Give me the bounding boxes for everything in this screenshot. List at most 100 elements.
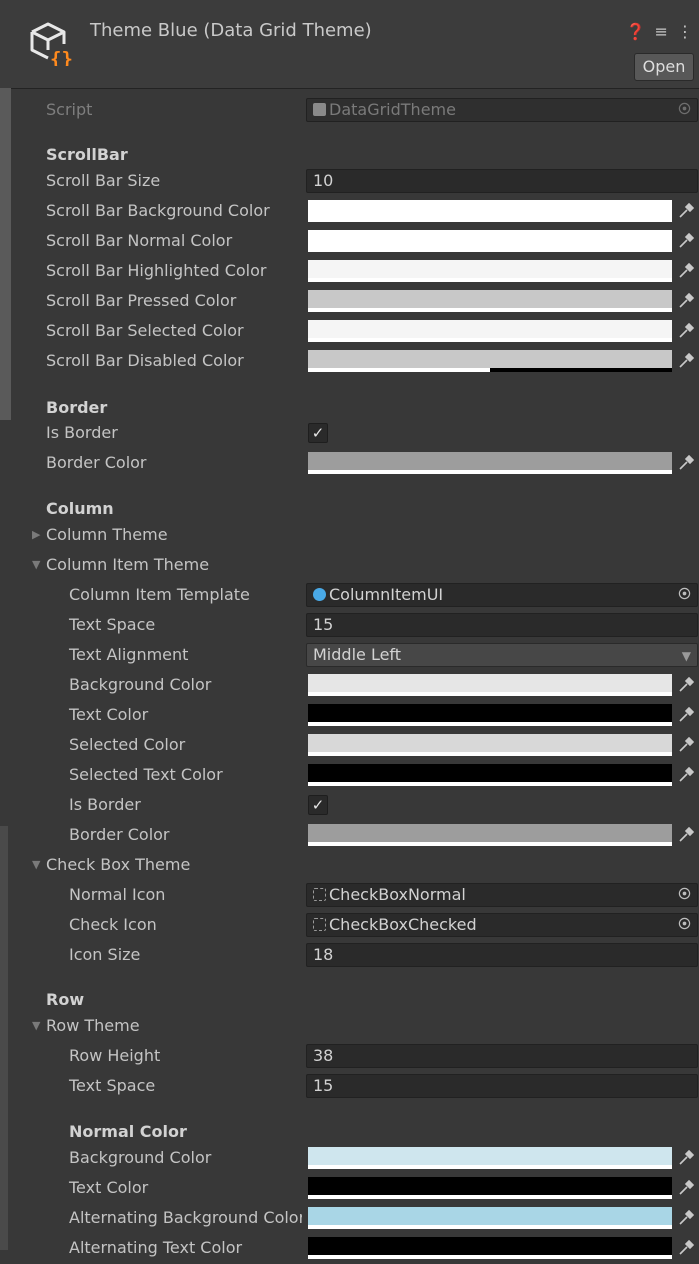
row-alt-background-row: Alternating Background Color xyxy=(0,1204,699,1234)
column-text-space-input[interactable]: 15 xyxy=(306,613,698,637)
scrollbar-background-swatch[interactable] xyxy=(308,200,672,222)
row-background-swatch[interactable] xyxy=(308,1147,672,1169)
scrollbar-pressed-swatch[interactable] xyxy=(308,290,672,312)
column-selected-row: Selected Color xyxy=(0,731,699,761)
object-picker-icon[interactable] xyxy=(678,887,691,900)
column-border-color-label: Border Color xyxy=(69,825,170,844)
row-alt-background-swatch[interactable] xyxy=(308,1207,672,1229)
icon-size-row: Icon Size 18 xyxy=(0,941,699,971)
check-icon-row: Check Icon CheckBoxChecked xyxy=(0,911,699,941)
column-item-template-row: Column Item Template ColumnItemUI xyxy=(0,581,699,611)
column-selected-text-swatch[interactable] xyxy=(308,764,672,786)
row-height-row: Row Height 38 xyxy=(0,1042,699,1072)
column-selected-text-row: Selected Text Color xyxy=(0,761,699,791)
scrollbar-normal-swatch[interactable] xyxy=(308,230,672,252)
column-selected-swatch[interactable] xyxy=(308,734,672,756)
is-border-row: Is Border ✓ xyxy=(0,419,699,449)
row-text-space-input[interactable]: 15 xyxy=(306,1074,698,1098)
script-label: Script xyxy=(46,100,93,119)
column-text-color-row: Text Color xyxy=(0,701,699,731)
row-height-input[interactable]: 38 xyxy=(306,1044,698,1068)
column-background-row: Background Color xyxy=(0,671,699,701)
border-color-label: Border Color xyxy=(46,453,147,472)
scrollbar-highlighted-swatch[interactable] xyxy=(308,260,672,282)
eyedropper-icon[interactable] xyxy=(678,455,694,471)
border-color-swatch[interactable] xyxy=(308,452,672,474)
eyedropper-icon[interactable] xyxy=(678,1150,694,1166)
column-text-color-swatch[interactable] xyxy=(308,704,672,726)
dropdown-arrow-icon: ▼ xyxy=(681,649,691,663)
row-text-space-row: Text Space 15 xyxy=(0,1072,699,1102)
icon-size-label: Icon Size xyxy=(69,945,141,964)
eyedropper-icon[interactable] xyxy=(678,233,694,249)
csharp-script-icon xyxy=(313,103,326,116)
is-border-checkbox[interactable]: ✓ xyxy=(308,423,328,443)
object-picker-icon[interactable] xyxy=(678,587,691,600)
row-text-color-label: Text Color xyxy=(69,1178,149,1197)
eyedropper-icon[interactable] xyxy=(678,1240,694,1256)
eyedropper-icon[interactable] xyxy=(678,1210,694,1226)
eyedropper-icon[interactable] xyxy=(678,263,694,279)
eyedropper-icon[interactable] xyxy=(678,323,694,339)
column-item-theme-label: ▼ Column Item Theme xyxy=(32,555,210,574)
foldout-expanded-icon: ▼ xyxy=(32,1019,41,1032)
column-item-template-label: Column Item Template xyxy=(69,585,250,604)
column-border-color-swatch[interactable] xyxy=(308,824,672,846)
checkbox-theme-foldout[interactable]: ▼ Check Box Theme xyxy=(0,851,699,881)
script-object-field[interactable]: DataGridTheme xyxy=(306,98,698,122)
is-border-label: Is Border xyxy=(46,423,118,442)
scrollbar-background-label: Scroll Bar Background Color xyxy=(46,201,270,220)
scrollbar-disabled-swatch[interactable] xyxy=(308,350,672,372)
scrollbar-pressed-row: Scroll Bar Pressed Color xyxy=(0,287,699,317)
row-alt-text-swatch[interactable] xyxy=(308,1237,672,1259)
column-text-alignment-dropdown[interactable]: Middle Left ▼ xyxy=(306,643,698,667)
eyedropper-icon[interactable] xyxy=(678,353,694,369)
column-text-space-row: Text Space 15 xyxy=(0,611,699,641)
scrollbar-background-row: Scroll Bar Background Color xyxy=(0,197,699,227)
eyedropper-icon[interactable] xyxy=(678,1180,694,1196)
row-alt-text-label: Alternating Text Color xyxy=(69,1238,243,1257)
column-border-color-row: Border Color xyxy=(0,821,699,851)
normal-color-header: Normal Color xyxy=(69,1122,187,1141)
eyedropper-icon[interactable] xyxy=(678,677,694,693)
border-header: Border xyxy=(46,398,108,417)
border-color-row: Border Color xyxy=(0,449,699,479)
normal-icon-field[interactable]: CheckBoxNormal xyxy=(306,883,698,907)
check-icon-field[interactable]: CheckBoxChecked xyxy=(306,913,698,937)
scrollbar-size-input[interactable]: 10 xyxy=(306,169,698,193)
column-background-label: Background Color xyxy=(69,675,212,694)
check-icon-value: CheckBoxChecked xyxy=(329,915,477,934)
row-alt-text-row: Alternating Text Color xyxy=(0,1234,699,1264)
foldout-expanded-icon: ▼ xyxy=(32,858,41,871)
eyedropper-icon[interactable] xyxy=(678,827,694,843)
open-button[interactable]: Open xyxy=(634,53,694,81)
eyedropper-icon[interactable] xyxy=(678,737,694,753)
scrollbar-normal-row: Scroll Bar Normal Color xyxy=(0,227,699,257)
row-text-color-swatch[interactable] xyxy=(308,1177,672,1199)
eyedropper-icon[interactable] xyxy=(678,707,694,723)
object-picker-icon[interactable] xyxy=(678,102,691,115)
column-theme-foldout[interactable]: ▶ Column Theme xyxy=(0,521,699,551)
icon-size-input[interactable]: 18 xyxy=(306,943,698,967)
scrollbar-disabled-label: Scroll Bar Disabled Color xyxy=(46,351,244,370)
scrollbar-header: ScrollBar xyxy=(46,145,128,164)
eyedropper-icon[interactable] xyxy=(678,767,694,783)
column-item-template-field[interactable]: ColumnItemUI xyxy=(306,583,698,607)
column-item-template-value: ColumnItemUI xyxy=(329,585,444,604)
header-tools-icons[interactable]: ❓ ≡ ⋮ xyxy=(626,22,696,41)
foldout-collapsed-icon: ▶ xyxy=(32,528,41,541)
alpha-bar-black xyxy=(490,368,672,372)
column-is-border-checkbox[interactable]: ✓ xyxy=(308,795,328,815)
column-item-theme-foldout[interactable]: ▼ Column Item Theme xyxy=(0,551,699,581)
row-theme-foldout[interactable]: ▼ Row Theme xyxy=(0,1012,699,1042)
eyedropper-icon[interactable] xyxy=(678,203,694,219)
scrollbar-selected-swatch[interactable] xyxy=(308,320,672,342)
scriptable-object-icon: {} xyxy=(30,22,73,66)
column-background-swatch[interactable] xyxy=(308,674,672,696)
scrollbar-size-label: Scroll Bar Size xyxy=(46,171,161,190)
scrollbar-selected-row: Scroll Bar Selected Color xyxy=(0,317,699,347)
eyedropper-icon[interactable] xyxy=(678,293,694,309)
column-text-color-label: Text Color xyxy=(69,705,149,724)
row-text-space-label: Text Space xyxy=(69,1076,156,1095)
object-picker-icon[interactable] xyxy=(678,917,691,930)
